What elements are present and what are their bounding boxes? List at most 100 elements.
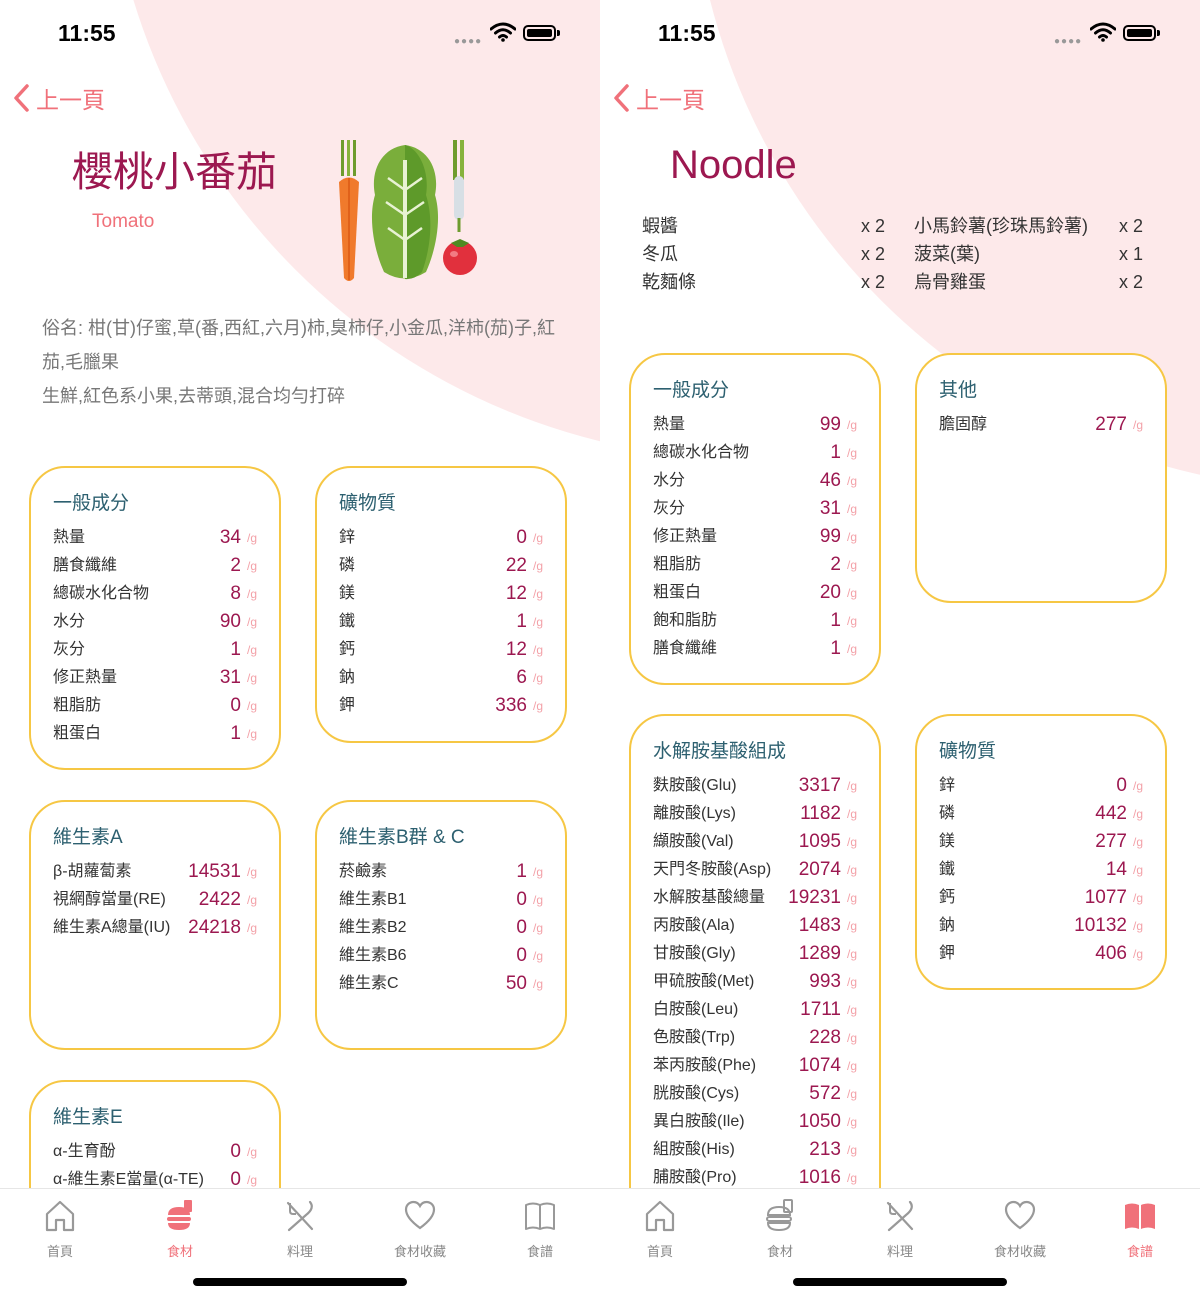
food-english-name: Tomato xyxy=(92,211,155,232)
nutrient-label: 鋅 xyxy=(939,777,956,794)
nutrition-card-vitamin-b-c: 維生素B群 & C 菸鹼素 1/g 維生素B1 0/g 維生素B2 0/g 維生素B6 0/g… xyxy=(315,800,567,1050)
ingredient-qty: x 1 xyxy=(1118,244,1143,264)
ingredient-name: 小馬鈴薯(珍珠馬鈴薯) xyxy=(914,216,1088,236)
nutrition-card-minerals: 礦物質 鋅 0/g 磷 442/g 鎂 277/g 鐵 14/g 鈣 1077/g 鈉 10132/g… xyxy=(915,714,1167,990)
card-title: 其他 xyxy=(939,380,978,401)
nutrient-label: 修正熱量 xyxy=(53,669,118,686)
nutrient-unit: /g xyxy=(846,835,857,849)
nutrient-label: 維生素C xyxy=(339,975,399,992)
nutrient-label: 鉀 xyxy=(939,945,956,962)
tab-heart[interactable]: 食材收藏 xyxy=(960,1189,1080,1269)
nutrient-value: 1 xyxy=(830,610,841,631)
tab-home[interactable]: 首頁 xyxy=(0,1189,120,1269)
card-title: 一般成分 xyxy=(653,380,730,401)
food-name: 櫻桃小番茄 xyxy=(72,149,277,195)
nutrient-row: 維生素B2 0/g xyxy=(339,914,543,942)
nutrient-value: 1711 xyxy=(800,999,841,1020)
nutrient-label: 總碳水化合物 xyxy=(53,585,150,602)
nutrition-card-amino-acids: 水解胺基酸組成 麩胺酸(Glu) 3317/g 離胺酸(Lys) 1182/g 纈胺酸(… xyxy=(629,714,881,1244)
ingredient-qty: x 2 xyxy=(860,244,885,264)
nutrient-value: 1050 xyxy=(798,1111,841,1132)
status-bar: 11:55 ●●●● xyxy=(600,0,1200,70)
back-button[interactable]: 上一頁 xyxy=(12,80,105,116)
nutrient-row: 維生素B6 0/g xyxy=(339,942,543,970)
nutrient-unit: /g xyxy=(532,531,543,545)
nutrient-label: 熱量 xyxy=(653,416,686,433)
nutrient-row: 水解胺基酸總量 19231/g xyxy=(653,884,857,912)
nutrient-unit: /g xyxy=(1132,807,1143,821)
tab-heart[interactable]: 食材收藏 xyxy=(360,1189,480,1269)
home-indicator[interactable] xyxy=(793,1278,1007,1286)
nutrient-value: 2422 xyxy=(198,889,241,910)
nutrient-label: 維生素B2 xyxy=(339,919,407,936)
nutrient-unit: /g xyxy=(846,586,857,600)
nutrient-row: 鈉 6/g xyxy=(339,664,543,692)
nutrient-row: 白胺酸(Leu) 1711/g xyxy=(653,996,857,1024)
nutrient-value: 3317 xyxy=(798,775,841,796)
nutrient-label: 粗蛋白 xyxy=(653,584,702,601)
nutrient-row: 甲硫胺酸(Met) 993/g xyxy=(653,968,857,996)
ingredient-list: 蝦醬 x 2 冬瓜 x 2 乾麵條 x 2 xyxy=(642,212,885,296)
battery-icon xyxy=(523,25,556,41)
nutrient-row: 離胺酸(Lys) 1182/g xyxy=(653,800,857,828)
food-aliases: 俗名: 柑(甘)仔蜜,草(番,西紅,六月)柿,臭柿仔,小金瓜,洋柿(茄)子,紅茄… xyxy=(42,318,555,372)
nutrient-unit: /g xyxy=(846,1115,857,1129)
nutrient-unit: /g xyxy=(532,865,543,879)
nutrient-unit: /g xyxy=(246,615,257,629)
back-button[interactable]: 上一頁 xyxy=(612,80,705,116)
nutrient-row: 鎂 12/g xyxy=(339,580,543,608)
food-detail-screen: 11:55 ●●●● 上一頁 櫻桃小番茄 Tomato 俗名: 柑(甘)仔蜜,草… xyxy=(0,0,600,1298)
tab-label: 首頁 xyxy=(46,1244,73,1259)
nutrient-value: 19231 xyxy=(788,887,841,908)
nutrient-row: 菸鹼素 1/g xyxy=(339,858,543,886)
nutrient-row: 天門冬胺酸(Asp) 2074/g xyxy=(653,856,857,884)
nutrient-label: 鐵 xyxy=(339,613,356,630)
tab-label: 料理 xyxy=(886,1244,913,1259)
recipe-detail-screen: 11:55 ●●●● 上一頁 Noodle 蝦醬 x 2 冬瓜 x 2 乾麵條 x 2 小… xyxy=(600,0,1200,1298)
tab-book[interactable]: 食譜 xyxy=(480,1189,600,1269)
nutrient-value: 993 xyxy=(809,971,841,992)
nutrient-value: 12 xyxy=(505,639,527,660)
ingredient-item: 菠菜(葉) x 1 xyxy=(914,240,1143,268)
nutrient-label: 膽固醇 xyxy=(939,416,988,433)
nutrient-value: 1 xyxy=(230,639,241,660)
nutrient-label: 鉀 xyxy=(339,697,356,714)
nutrient-unit: /g xyxy=(1132,891,1143,905)
ingredient-list: 小馬鈴薯(珍珠馬鈴薯) x 2 菠菜(葉) x 1 烏骨雞蛋 x 2 xyxy=(914,212,1143,296)
nutrient-value: 8 xyxy=(230,583,241,604)
ingredient-item: 小馬鈴薯(珍珠馬鈴薯) x 2 xyxy=(914,212,1143,240)
nutrient-row: 視網醇當量(RE) 2422/g xyxy=(53,886,257,914)
nutrient-unit: /g xyxy=(846,446,857,460)
nutrient-unit: /g xyxy=(846,1143,857,1157)
home-indicator[interactable] xyxy=(193,1278,407,1286)
tab-label: 首頁 xyxy=(646,1244,673,1259)
nutrient-unit: /g xyxy=(246,643,257,657)
tab-utensils[interactable]: 料理 xyxy=(240,1189,360,1269)
tab-utensils[interactable]: 料理 xyxy=(840,1189,960,1269)
nutrient-label: β-胡蘿蔔素 xyxy=(53,863,132,880)
tab-food[interactable]: 食材 xyxy=(720,1189,840,1269)
nutrient-unit: /g xyxy=(246,587,257,601)
nutrient-value: 0 xyxy=(1116,775,1127,796)
tab-book[interactable]: 食譜 xyxy=(1080,1189,1200,1269)
nutrient-value: 0 xyxy=(230,695,241,716)
ingredient-name: 乾麵條 xyxy=(642,272,696,292)
nutrient-label: 胱胺酸(Cys) xyxy=(653,1085,740,1102)
nutrient-label: 離胺酸(Lys) xyxy=(653,805,736,822)
tab-food[interactable]: 食材 xyxy=(120,1189,240,1269)
tab-home[interactable]: 首頁 xyxy=(600,1189,720,1269)
nutrient-row: 丙胺酸(Ala) 1483/g xyxy=(653,912,857,940)
status-time: 11:55 xyxy=(658,20,716,46)
ingredient-name: 蝦醬 xyxy=(642,216,678,236)
nutrient-label: α-生育酚 xyxy=(53,1143,116,1160)
nutrient-row: 磷 442/g xyxy=(939,800,1143,828)
tab-label: 食材收藏 xyxy=(393,1244,446,1259)
ingredient-item: 乾麵條 x 2 xyxy=(642,268,885,296)
nutrient-value: 1 xyxy=(516,611,527,632)
nutrient-row: 異白胺酸(Ile) 1050/g xyxy=(653,1108,857,1136)
nutrient-value: 1077 xyxy=(1084,887,1127,908)
ingredient-name: 冬瓜 xyxy=(642,244,678,264)
wifi-icon xyxy=(490,22,516,42)
nutrition-card-general: 一般成分 熱量 99/g 總碳水化合物 1/g 水分 46/g 灰分 31/g 修正熱量 99/g… xyxy=(629,353,881,685)
nutrient-row: 水分 46/g xyxy=(653,467,857,495)
